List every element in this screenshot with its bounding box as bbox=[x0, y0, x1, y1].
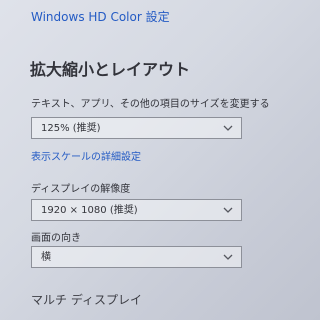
resolution-select[interactable]: 1920 × 1080 (推奨) bbox=[31, 199, 242, 221]
advanced-scaling-settings-link[interactable]: 表示スケールの詳細設定 bbox=[31, 151, 141, 164]
chevron-down-icon bbox=[223, 125, 233, 131]
multi-display-heading: マルチ ディスプレイ bbox=[31, 293, 142, 307]
scale-label: テキスト、アプリ、その他の項目のサイズを変更する bbox=[31, 99, 270, 110]
orientation-value: 横 bbox=[41, 252, 51, 263]
scale-value: 125% (推奨) bbox=[41, 123, 101, 134]
scale-and-layout-heading: 拡大縮小とレイアウト bbox=[30, 60, 191, 79]
windows-hd-color-settings-link[interactable]: Windows HD Color 設定 bbox=[31, 9, 170, 25]
chevron-down-icon bbox=[223, 207, 233, 213]
scale-select[interactable]: 125% (推奨) bbox=[31, 117, 242, 139]
resolution-value: 1920 × 1080 (推奨) bbox=[41, 205, 138, 216]
display-settings-page: Windows HD Color 設定 拡大縮小とレイアウト テキスト、アプリ、… bbox=[0, 0, 320, 320]
chevron-down-icon bbox=[223, 254, 233, 260]
orientation-label: 画面の向き bbox=[31, 233, 81, 244]
top-cut-line bbox=[31, 0, 71, 5]
orientation-select[interactable]: 横 bbox=[31, 246, 242, 268]
resolution-label: ディスプレイの解像度 bbox=[31, 184, 131, 195]
